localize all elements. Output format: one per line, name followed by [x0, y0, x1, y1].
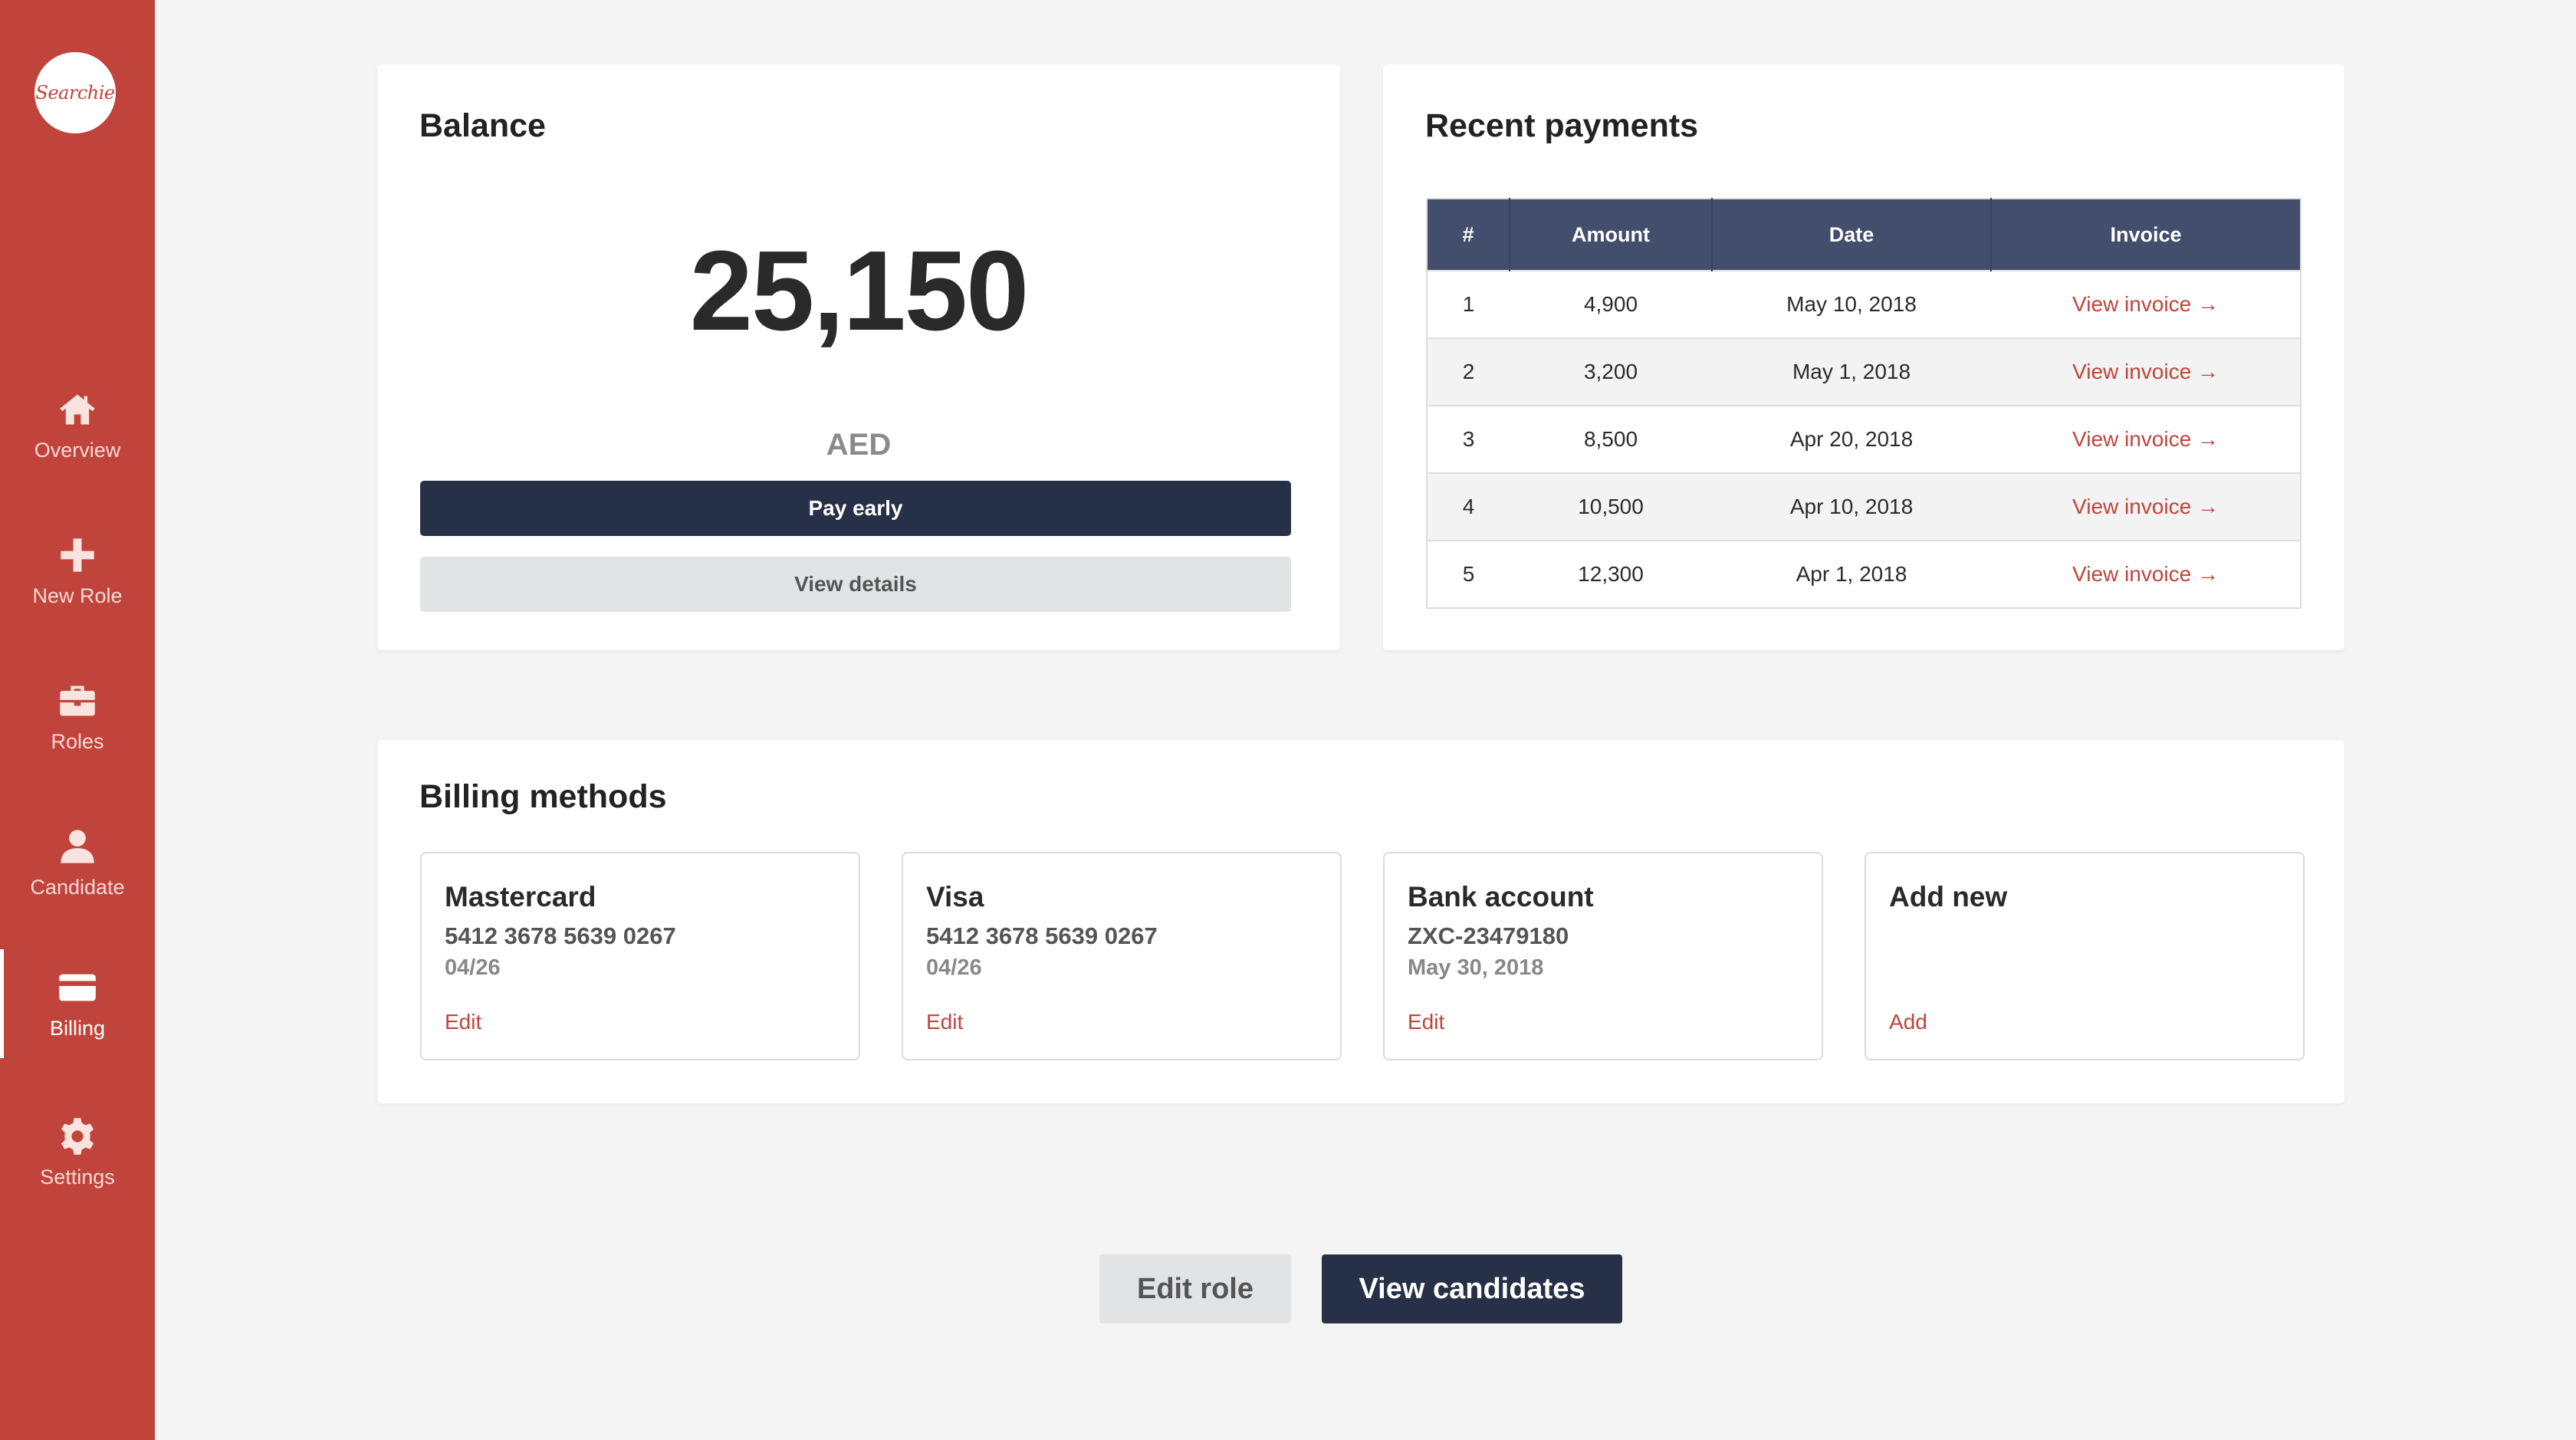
payment-date: May 1, 2018	[1712, 337, 1991, 406]
payment-date: May 10, 2018	[1712, 270, 1991, 338]
table-row: 2 3,200 May 1, 2018 View invoice →	[1427, 337, 2301, 406]
billing-method-mastercard: Mastercard 5412 3678 5639 0267 04/26 Edi…	[420, 852, 860, 1060]
recent-payments-card: Recent payments # Amount Date Invoice 1 …	[1383, 64, 2344, 650]
billing-method-visa: Visa 5412 3678 5639 0267 04/26 Edit	[902, 852, 1342, 1060]
home-icon	[58, 390, 97, 429]
payment-date: Apr 1, 2018	[1712, 540, 1991, 608]
payment-number: 5	[1427, 540, 1510, 608]
brand-logo[interactable]: Searchie	[34, 52, 116, 133]
recent-payments-title: Recent payments	[1425, 107, 1699, 144]
user-icon	[58, 827, 97, 866]
method-number: 5412 3678 5639 0267	[445, 922, 676, 949]
method-date: May 30, 2018	[1408, 955, 1544, 980]
briefcase-icon	[58, 681, 97, 721]
payments-table: # Amount Date Invoice 1 4,900 May 10, 20…	[1426, 198, 2302, 609]
view-invoice-link[interactable]: View invoice →	[2072, 562, 2219, 586]
method-number: ZXC-23479180	[1408, 922, 1569, 949]
payment-number: 4	[1427, 472, 1510, 541]
payment-amount: 12,300	[1510, 540, 1712, 608]
column-header-number: #	[1427, 199, 1510, 271]
column-header-date: Date	[1711, 199, 1991, 271]
edit-method-link[interactable]: Edit	[1408, 1010, 1444, 1034]
sidebar: Searchie Overview New Role Roles Candida…	[0, 0, 155, 1440]
payment-date: Apr 20, 2018	[1712, 405, 1991, 473]
sidebar-item-label: Roles	[51, 729, 104, 753]
plus-icon	[58, 535, 97, 575]
payment-amount: 3,200	[1510, 337, 1712, 406]
edit-role-button[interactable]: Edit role	[1099, 1254, 1291, 1323]
table-header-row: # Amount Date Invoice	[1427, 199, 2301, 271]
table-row: 5 12,300 Apr 1, 2018 View invoice →	[1427, 540, 2301, 608]
sidebar-item-roles[interactable]: Roles	[0, 662, 155, 771]
table-row: 1 4,900 May 10, 2018 View invoice →	[1427, 270, 2301, 338]
method-name: Add new	[1889, 881, 2008, 912]
billing-method-bank-account: Bank account ZXC-23479180 May 30, 2018 E…	[1383, 852, 1823, 1060]
column-header-invoice: Invoice	[1990, 199, 2301, 271]
method-name: Visa	[926, 881, 984, 912]
sidebar-item-candidate[interactable]: Candidate	[0, 808, 155, 917]
table-row: 3 8,500 Apr 20, 2018 View invoice →	[1427, 405, 2301, 473]
view-candidates-button[interactable]: View candidates	[1322, 1254, 1622, 1323]
sidebar-item-label: Overview	[34, 438, 121, 462]
method-expiry: 04/26	[445, 955, 501, 980]
view-invoice-link[interactable]: View invoice →	[2072, 292, 2219, 316]
balance-card: Balance 25,150 AED Pay early View detail…	[377, 64, 1340, 650]
payment-amount: 10,500	[1510, 472, 1712, 541]
sidebar-item-billing[interactable]: Billing	[0, 949, 155, 1058]
column-header-amount: Amount	[1509, 199, 1712, 271]
balance-currency: AED	[826, 428, 892, 462]
payment-number: 1	[1427, 270, 1510, 338]
payment-number: 3	[1427, 405, 1510, 473]
sidebar-item-label: Settings	[40, 1165, 115, 1188]
sidebar-item-new-role[interactable]: New Role	[0, 517, 155, 626]
edit-method-link[interactable]: Edit	[445, 1010, 481, 1034]
credit-card-icon	[58, 968, 97, 1008]
view-details-button[interactable]: View details	[420, 557, 1291, 612]
sidebar-item-label: New Role	[32, 584, 123, 607]
view-invoice-link[interactable]: View invoice →	[2072, 495, 2219, 518]
billing-methods-card: Billing methods Mastercard 5412 3678 563…	[377, 740, 2344, 1103]
payment-number: 2	[1427, 337, 1510, 406]
pay-early-button[interactable]: Pay early	[420, 481, 1291, 536]
table-row: 4 10,500 Apr 10, 2018 View invoice →	[1427, 472, 2301, 541]
sidebar-item-settings[interactable]: Settings	[0, 1098, 155, 1207]
balance-amount: 25,150	[689, 228, 1030, 354]
method-name: Mastercard	[445, 881, 596, 912]
payment-amount: 4,900	[1510, 270, 1712, 338]
payment-date: Apr 10, 2018	[1712, 472, 1991, 541]
view-invoice-link[interactable]: View invoice →	[2072, 360, 2219, 383]
edit-method-link[interactable]: Edit	[926, 1010, 963, 1034]
method-expiry: 04/26	[926, 955, 982, 980]
billing-methods-title: Billing methods	[419, 778, 667, 815]
method-number: 5412 3678 5639 0267	[926, 922, 1158, 949]
view-invoice-link[interactable]: View invoice →	[2072, 427, 2219, 451]
add-method-link[interactable]: Add	[1889, 1010, 1927, 1034]
gear-icon	[58, 1116, 97, 1156]
sidebar-item-overview[interactable]: Overview	[0, 371, 155, 480]
billing-method-add-new: Add new Add	[1865, 852, 2305, 1060]
payment-amount: 8,500	[1510, 405, 1712, 473]
method-name: Bank account	[1408, 881, 1594, 912]
sidebar-item-label: Billing	[49, 1016, 106, 1040]
sidebar-item-label: Candidate	[30, 875, 125, 899]
balance-title: Balance	[419, 107, 546, 144]
